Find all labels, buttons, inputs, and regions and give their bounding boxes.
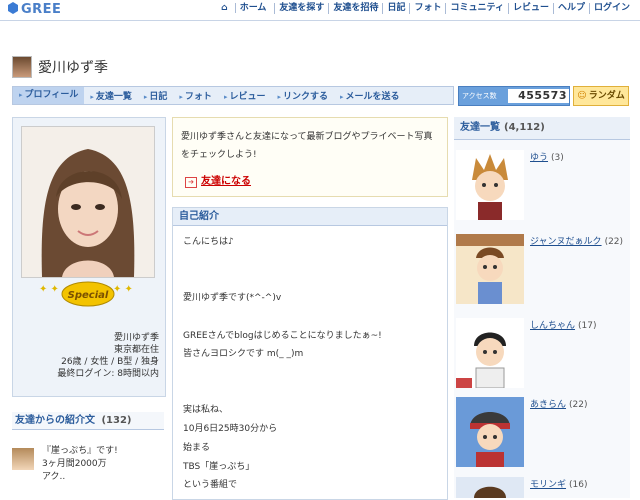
self-intro-line: 始まる: [183, 443, 211, 453]
profile-info-last-login: 最終ログイン: 8時間以内: [57, 369, 159, 379]
special-badge: ✦ ✦ ✦ ✦ Special: [33, 278, 143, 308]
nav-photo[interactable]: フォト: [409, 3, 445, 14]
friend-avatar[interactable]: [456, 397, 524, 467]
friend-name[interactable]: あきらん: [530, 400, 566, 410]
gree-logo[interactable]: GREE: [8, 2, 61, 17]
self-intro-line: 実は私ね、: [183, 405, 229, 415]
home-icon: ⌂: [221, 3, 231, 13]
self-intro-line: TBS「崖っぷち」: [183, 462, 255, 472]
top-nav: ⌂ ホーム 友達を探す 友達を招待 日記 フォト コミュニティ レビュー ヘルプ…: [213, 3, 634, 14]
self-intro-line: 愛川ゆず季です(*^-^)v: [183, 293, 282, 303]
arrow-icon: ➔: [185, 177, 197, 188]
intro-text: 『崖っぷち』です! 3ヶ月間2000万 アク..: [42, 446, 118, 482]
nav-login[interactable]: ログイン: [588, 3, 634, 14]
friend-count: (3): [551, 153, 564, 163]
friend-prompt-text: 愛川ゆず季さんと友達になって最新ブログやプライベート写真をチェックしよう!: [181, 132, 433, 160]
profile-card: ✦ ✦ ✦ ✦ Special 愛川ゆず季 東京都在住 26歳 / 女性 / B…: [12, 117, 166, 397]
nav-community[interactable]: コミュニティ: [445, 3, 507, 14]
user-header: 愛川ゆず季: [12, 55, 108, 79]
nav-diary[interactable]: 日記: [382, 3, 409, 14]
nav-invite-friends[interactable]: 友達を招待: [328, 3, 382, 14]
profile-photo[interactable]: [21, 126, 155, 278]
self-intro-title: 自己紹介: [173, 208, 447, 226]
nav-help[interactable]: ヘルプ: [552, 3, 589, 14]
friend-name[interactable]: ジャンヌだぁルク: [530, 237, 602, 247]
friend-name[interactable]: モリンギ: [530, 480, 566, 490]
user-avatar-small: [12, 56, 32, 78]
friend-count: (16): [569, 480, 588, 490]
intro-section-header: 友達からの紹介文 (132): [12, 412, 164, 430]
self-intro-line: 皆さんヨロシクです m(_ _)m: [183, 349, 304, 359]
intro-title: 友達からの紹介文: [15, 415, 95, 426]
svg-text:✦ ✦: ✦ ✦: [113, 284, 133, 295]
self-intro-line: という番組で: [183, 480, 238, 490]
self-intro-line: 10月6日25時30分から: [183, 424, 278, 434]
tab-review[interactable]: レビュー: [218, 89, 272, 102]
gree-hex-icon: [8, 2, 18, 14]
self-intro-section: 自己紹介 こんにちは♪ 愛川ゆず季です(*^-^)v GREEさんでblogはじ…: [172, 207, 448, 500]
friend-name[interactable]: しんちゃん: [530, 321, 575, 331]
tab-friends[interactable]: 友達一覧: [84, 89, 138, 102]
become-friend-link[interactable]: ➔ 友達になる: [185, 172, 251, 188]
tab-diary[interactable]: 日記: [138, 89, 174, 102]
top-bar: GREE ⌂ ホーム 友達を探す 友達を招待 日記 フォト コミュニティ レビュ…: [0, 0, 640, 20]
intro-avatar: [12, 448, 34, 470]
self-intro-line: こんにちは♪: [183, 237, 234, 247]
tab-photo[interactable]: フォト: [173, 89, 218, 102]
access-count: 455573: [507, 89, 569, 103]
friend-count: (22): [604, 237, 624, 247]
nav-review[interactable]: レビュー: [507, 3, 553, 14]
friends-list-header: 友達一覧 (4,112): [454, 117, 630, 140]
tab-link[interactable]: リンクする: [271, 89, 334, 102]
nav-home[interactable]: ⌂ ホーム: [213, 3, 274, 14]
svg-text:✦ ✦: ✦ ✦: [39, 284, 59, 295]
profile-info-name: 愛川ゆず季: [113, 333, 159, 343]
self-intro-line: GREEさんでblogはじめることになりましたぁ~!: [183, 331, 382, 341]
friend-avatar[interactable]: [456, 477, 524, 498]
friends-list: 友達一覧 (4,112) ゆう (3) ジャンヌだぁルク (22) しんちゃん (17)…: [454, 117, 630, 498]
profile-info-details: 26歳 / 女性 / B型 / 独身: [61, 357, 159, 367]
friends-list-title: 友達一覧: [460, 122, 500, 133]
intro-count: (132): [101, 415, 132, 426]
tab-profile[interactable]: プロフィール: [13, 87, 85, 104]
page-title: 愛川ゆず季: [38, 60, 108, 76]
special-badge-text: Special: [68, 290, 109, 301]
friend-avatar[interactable]: [456, 234, 524, 304]
profile-tabs: プロフィール 友達一覧 日記 フォト レビュー リンクする メールを送る: [12, 86, 454, 105]
friend-avatar[interactable]: [456, 150, 524, 220]
nav-find-friends[interactable]: 友達を探す: [274, 3, 328, 14]
friend-name[interactable]: ゆう: [530, 153, 548, 163]
random-button[interactable]: ランダム: [573, 86, 629, 106]
tab-send-mail[interactable]: メールを送る: [334, 89, 406, 102]
access-counter: アクセス数 455573: [458, 86, 570, 106]
profile-info-location: 東京都在住: [113, 345, 159, 355]
top-divider: [0, 20, 640, 21]
friend-count: (17): [578, 321, 597, 331]
friend-count: (22): [569, 400, 588, 410]
friend-request-box: 愛川ゆず季さんと友達になって最新ブログやプライベート写真をチェックしよう! ➔ 友…: [172, 117, 448, 197]
friend-avatar[interactable]: [456, 318, 524, 388]
intro-item[interactable]: 『崖っぷち』です! 3ヶ月間2000万 アク..: [12, 446, 164, 498]
friends-count: (4,112): [504, 122, 545, 133]
profile-info: 愛川ゆず季 東京都在住 26歳 / 女性 / B型 / 独身 最終ログイン: 8…: [13, 332, 159, 380]
access-label: アクセス数: [462, 92, 497, 100]
